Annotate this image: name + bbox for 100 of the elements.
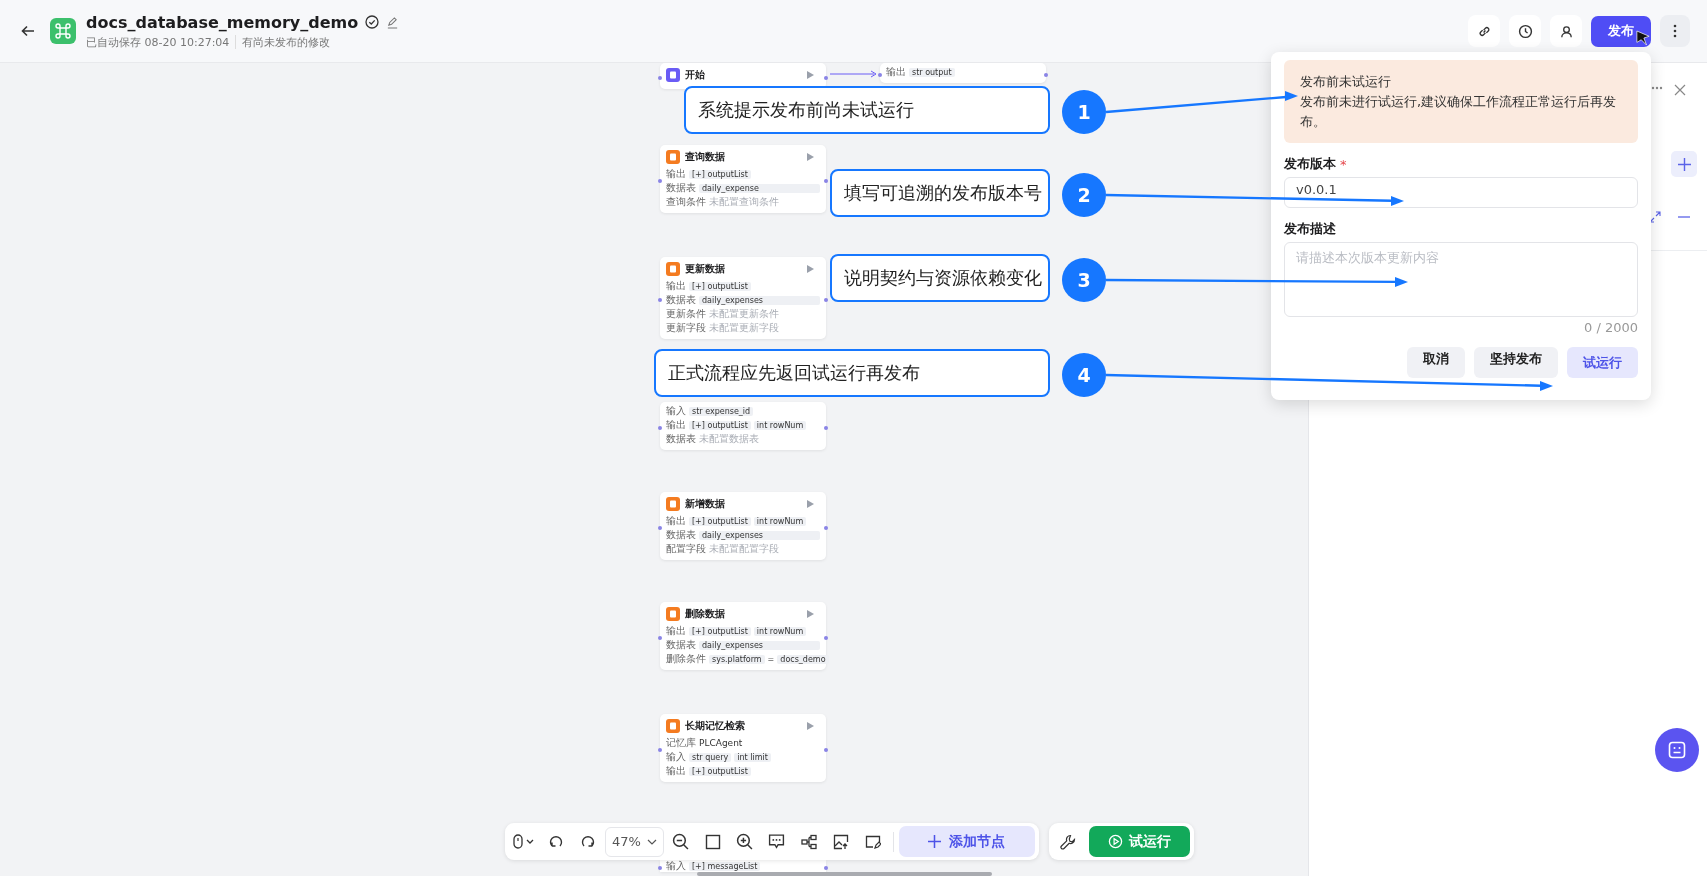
test-run-button[interactable]: 试运行 [1567,347,1638,378]
link-button[interactable] [1468,15,1500,47]
play-icon[interactable] [806,71,814,79]
field-label: 更新条件 [666,307,706,321]
field-label: 输出 [666,764,686,778]
history-button[interactable] [1509,15,1541,47]
field-label: 输入 [666,750,686,764]
dialog-button[interactable]: 取消 [1407,347,1465,378]
scrollbar[interactable] [697,872,992,876]
node-title: 删除数据 [685,607,726,621]
workflow-node[interactable]: 查询数据 输出 [+] outputList 数据表 daily_expense 查询条件 未配置查询条件 [660,145,826,213]
expand-icon[interactable] [1649,211,1661,223]
zoom-in-icon [736,833,754,850]
zoom-select[interactable]: 47% [605,826,664,857]
more-icon[interactable] [1651,86,1663,90]
variable-tag: [+] outputList [689,766,751,776]
variable-tag: [+] outputList [689,420,751,430]
variable-tag: int rowNum [753,420,807,430]
placeholder-text: 未配置更新字段 [709,321,779,335]
version-input[interactable]: v0.0.1 [1284,177,1638,208]
field-label: 数据表 [666,528,696,542]
zoom-out-icon [672,833,690,850]
character-count: 0 / 2000 [1584,320,1638,335]
database-icon [666,497,680,511]
collaborator-button[interactable] [1550,15,1582,47]
required-mark: * [1340,156,1347,172]
table-value: daily_expenses [699,295,820,305]
play-icon[interactable] [806,610,814,618]
layout-icon [800,833,817,850]
placeholder-text: 未配置查询条件 [709,195,779,209]
database-icon [666,607,680,621]
edit-icon[interactable] [386,15,400,29]
play-icon[interactable] [806,153,814,161]
person-icon [1558,23,1574,39]
variable-tag: [+] outputList [689,626,751,636]
callout-text: 说明契约与资源依赖变化 [844,266,1042,290]
field-label: 配置字段 [666,542,706,556]
field-label: 输出 [666,624,686,638]
check-circle-icon [365,15,380,29]
workflow-node[interactable]: 删除数据 输出 [+] outputList int rowNum 数据表 daily_expenses 删除条件 sys.platform = docs_demo [660,602,826,670]
plus-icon [1677,157,1691,171]
workflow-node[interactable]: 新增数据 输出 [+] outputList int rowNum 数据表 daily_expenses 配置字段 未配置配置字段 [660,492,826,560]
play-circle-icon [1108,834,1123,849]
cursor-icon [1636,30,1650,46]
robot-face-icon [1668,741,1686,759]
description-input[interactable]: 请描述本次版本更新内容 [1284,242,1638,317]
add-button[interactable] [1671,151,1697,177]
description-label: 发布描述 [1284,220,1336,238]
publish-button[interactable]: 发布 [1591,15,1651,47]
warning-title: 发布前未试运行 [1300,73,1392,91]
condition-value: docs_demo [777,654,829,664]
field-value: PLCAgent [699,738,743,748]
workflow-node[interactable]: 输出 str output [880,63,1046,83]
clock-icon [1517,23,1533,39]
field-label: 输入 [666,404,686,418]
more-icon [1673,24,1677,38]
app-logo-icon [50,18,76,44]
operator-text: = [767,654,775,664]
comment-icon [768,833,786,850]
play-icon[interactable] [806,265,814,273]
node-title: 长期记忆检索 [685,719,746,733]
play-icon[interactable] [806,500,814,508]
table-value: daily_expenses [699,640,820,650]
add-node-button[interactable]: 添加节点 [898,826,1035,857]
field-label: 查询条件 [666,195,706,209]
warning-message: 发布前未进行试运行,建议确保工作流程正常运行后再发布。 [1300,93,1618,131]
variable-tag: [+] outputList [689,169,751,179]
caret-icon [646,838,657,845]
table-value: daily_expense [699,183,820,193]
dialog-button[interactable]: 坚持发布 [1474,347,1558,378]
variable-tag: str expense_id [689,406,754,416]
note-edit-icon [864,833,881,850]
field-label: 删除条件 [666,652,706,666]
variable-tag: [+] messageList [689,861,761,871]
workflow-node[interactable]: 更新数据 输出 [+] outputList 数据表 daily_expenses 更新条件 未配置更新条件 更新字段 未配置更新字段 [660,257,826,339]
table-value: daily_expenses [699,530,820,540]
variable-tag: [+] outputList [689,281,751,291]
workflow-node[interactable]: 输入 str expense_id 输出 [+] outputList int rowNum 数据表 未配置数据表 [660,402,826,450]
workflow-node[interactable]: 长期记忆检索 记忆库 PLCAgent 输入 str query int limit 输出 [+] outputList [660,714,826,782]
placeholder-text: 未配置数据表 [699,432,759,446]
field-label: 输出 [666,514,686,528]
play-icon[interactable] [806,722,814,730]
workflow-node[interactable]: 输入 [+] messageList [660,860,826,872]
undo-icon [548,833,564,850]
autosave-text: 已自动保存 08-20 10:27:04 [86,34,230,50]
database-icon [666,262,680,276]
database-icon [666,150,680,164]
back-arrow-icon[interactable] [20,23,36,39]
variable-tag: int rowNum [753,516,807,526]
field-label: 更新字段 [666,321,706,335]
field-label: 输出 [666,279,686,293]
variable-tag: [+] outputList [689,516,751,526]
close-icon[interactable] [1674,84,1686,96]
square-icon [704,833,721,850]
field-label: 数据表 [666,638,696,652]
image-icon [832,833,849,850]
field-label: 输入 [666,859,686,873]
workflow-node[interactable]: 开始 [660,63,826,89]
node-title: 开始 [685,68,706,82]
field-label: 数据表 [666,432,696,446]
